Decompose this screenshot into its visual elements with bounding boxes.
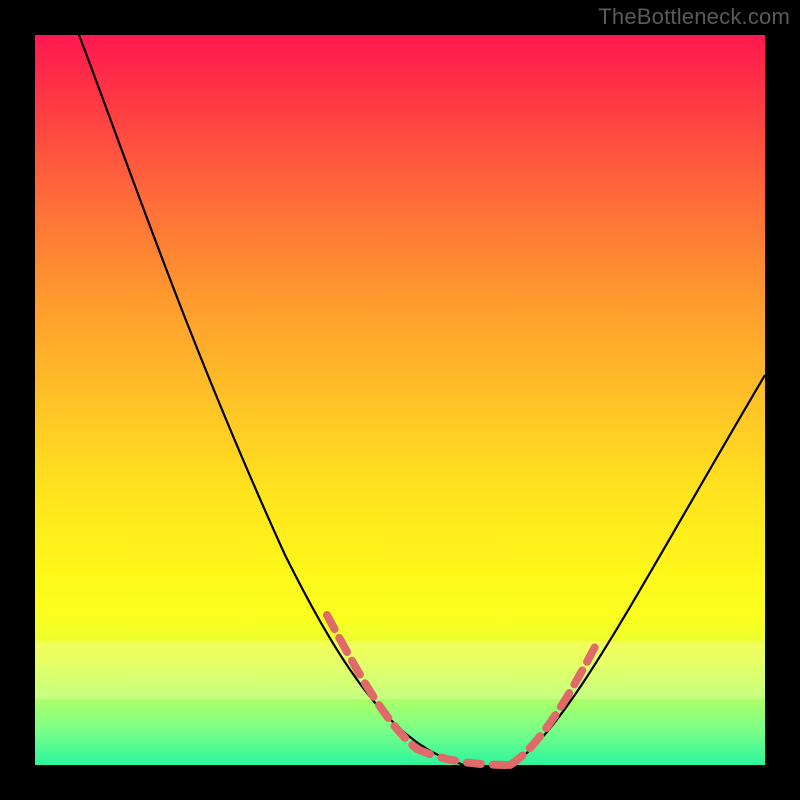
left-curve	[79, 35, 465, 765]
dash-right	[510, 643, 597, 765]
dash-left	[327, 615, 417, 749]
watermark-text: TheBottleneck.com	[598, 4, 790, 30]
chart-frame: TheBottleneck.com	[0, 0, 800, 800]
dash-bottom	[417, 749, 510, 765]
curve-layer	[35, 35, 765, 765]
right-curve	[510, 375, 765, 765]
